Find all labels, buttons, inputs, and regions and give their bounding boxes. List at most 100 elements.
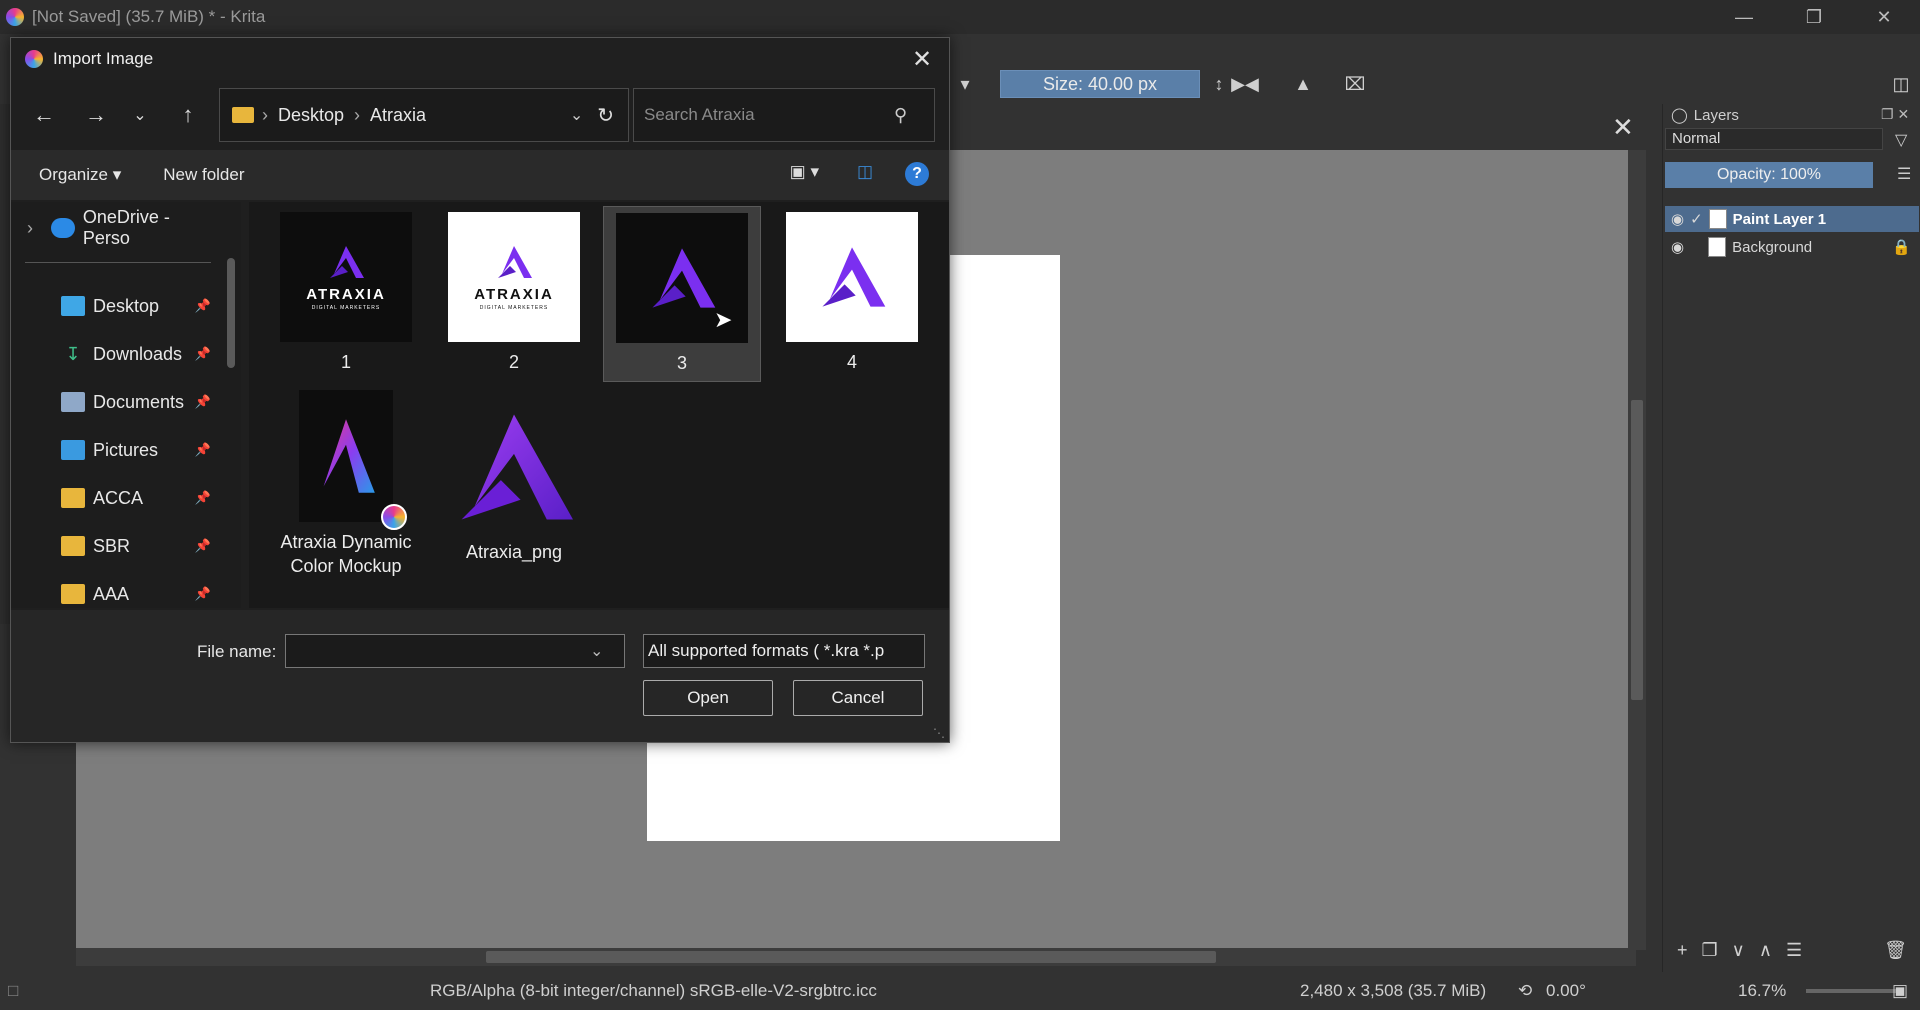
opacity-slider[interactable]: Opacity: 100% — [1665, 162, 1873, 188]
restore-icon[interactable]: ❐ — [1780, 0, 1848, 34]
logo-text: ATRAXIA — [474, 285, 554, 303]
chevron-down-icon[interactable]: ⌄ — [570, 105, 583, 125]
file-item[interactable]: ATRAXIA DIGITAL MARKETERS 2 — [435, 212, 593, 384]
pin-icon[interactable]: 📌 — [195, 538, 211, 554]
nav-item-sbr[interactable]: SBR 📌 — [11, 526, 221, 566]
chevron-right-icon[interactable]: › — [27, 218, 33, 239]
search-input[interactable] — [644, 105, 894, 125]
workspace-icon[interactable]: ◫ — [1888, 72, 1914, 96]
pin-icon[interactable]: 📌 — [195, 442, 211, 458]
file-name-input[interactable] — [290, 641, 590, 661]
nav-item-label: Pictures — [93, 439, 159, 460]
close-document-icon[interactable]: ✕ — [1612, 112, 1634, 143]
refresh-icon[interactable]: ↻ — [597, 103, 614, 128]
file-item[interactable]: Atraxia_png — [435, 402, 593, 582]
spin-arrows-icon[interactable]: ↕ — [1206, 72, 1232, 96]
layer-row[interactable]: ◉ ✓ Paint Layer 1 — [1665, 206, 1919, 232]
move-up-icon[interactable]: ∧ — [1759, 940, 1772, 961]
pin-icon[interactable]: 📌 — [195, 586, 211, 602]
color-space-info: RGB/Alpha (8-bit integer/channel) sRGB-e… — [430, 981, 877, 1000]
zoom-value[interactable]: 16.7% — [1738, 981, 1786, 1001]
open-button[interactable]: Open — [643, 680, 773, 716]
file-item[interactable]: Atraxia Dynamic Color Mockup — [267, 390, 425, 600]
layer-menu-icon[interactable]: ☰ — [1897, 164, 1911, 184]
up-arrow-icon[interactable]: ↑ — [173, 100, 203, 130]
recent-locations-icon[interactable]: ⌄ — [125, 100, 155, 130]
nav-item-downloads[interactable]: ↧ Downloads 📌 — [11, 334, 221, 374]
resize-grip-icon[interactable]: ⋱ — [933, 726, 945, 740]
wrap-around-icon[interactable]: ⌧ — [1342, 72, 1368, 96]
selection-icon[interactable]: □ — [8, 981, 18, 1001]
breadcrumb-item[interactable]: Desktop — [278, 105, 344, 126]
lock-icon[interactable]: 🔒 — [1892, 238, 1911, 256]
search-box[interactable]: ⚲ — [633, 88, 935, 142]
float-icon[interactable]: ❐ ✕ — [1881, 106, 1909, 123]
vertical-scrollbar[interactable] — [1628, 150, 1646, 950]
nav-item-label: Documents — [93, 391, 185, 412]
fullscreen-icon[interactable]: ▣ — [1892, 981, 1908, 1001]
rotation-icon[interactable]: ⟲ — [1518, 981, 1532, 1001]
checkbox-icon[interactable]: ✓ — [1690, 210, 1703, 228]
dropdown-arrow-icon[interactable]: ▾ — [952, 72, 978, 96]
pin-icon[interactable]: 📌 — [195, 346, 211, 362]
pin-icon[interactable]: 📌 — [195, 298, 211, 314]
eye-icon[interactable]: ◉ — [1671, 238, 1684, 256]
horizontal-scrollbar[interactable] — [76, 948, 1636, 966]
chevron-right-icon[interactable]: › — [262, 105, 268, 126]
add-layer-icon[interactable]: + — [1677, 940, 1688, 961]
preview-pane-icon[interactable]: ◫ — [857, 162, 873, 182]
view-options-icon[interactable]: ▣ ▾ — [790, 162, 819, 182]
delete-layer-icon[interactable]: 🗑 — [1884, 940, 1907, 961]
back-arrow-icon[interactable]: ← — [29, 100, 59, 130]
pin-icon[interactable]: 📌 — [195, 394, 211, 410]
layer-name: Background — [1732, 238, 1813, 256]
layer-row[interactable]: ◉ Background 🔒 — [1665, 234, 1919, 260]
forward-arrow-icon[interactable]: → — [81, 100, 111, 130]
file-thumbnail: ATRAXIA DIGITAL MARKETERS — [448, 212, 580, 342]
rotation-value[interactable]: 0.00° — [1546, 981, 1586, 1001]
nav-item-documents[interactable]: Documents 📌 — [11, 382, 221, 422]
brush-size-slider[interactable]: Size: 40.00 px — [1000, 70, 1200, 98]
pin-icon[interactable]: 📌 — [195, 490, 211, 506]
minimize-icon[interactable]: — — [1710, 0, 1778, 34]
file-item[interactable]: ATRAXIA DIGITAL MARKETERS 1 — [267, 212, 425, 384]
properties-icon[interactable]: ☰ — [1786, 940, 1802, 961]
file-item[interactable]: 3 ➤ — [603, 206, 761, 382]
chevron-down-icon[interactable]: ⌄ — [590, 641, 603, 661]
close-icon[interactable]: ✕ — [907, 44, 937, 74]
mirror-vertical-icon[interactable]: ▲ — [1290, 72, 1316, 96]
nav-item-aaa[interactable]: AAA 📌 — [11, 574, 221, 608]
vertical-scroll-thumb[interactable] — [1631, 400, 1643, 700]
nav-item-desktop[interactable]: Desktop 📌 — [11, 286, 221, 326]
atraxia-logo-icon — [498, 245, 532, 278]
pictures-icon — [61, 440, 85, 460]
move-down-icon[interactable]: ∨ — [1732, 940, 1745, 961]
eye-icon[interactable]: ◉ — [1671, 210, 1684, 228]
zoom-slider[interactable] — [1806, 989, 1896, 993]
help-icon[interactable]: ? — [905, 162, 929, 186]
nav-item-pictures[interactable]: Pictures 📌 — [11, 430, 221, 470]
file-name: 4 — [846, 352, 857, 372]
file-type-select[interactable]: All supported formats ( *.kra *.p — [643, 634, 925, 668]
nav-item-acca[interactable]: ACCA 📌 — [11, 478, 221, 518]
layers-lock-icon[interactable]: ◯ — [1671, 106, 1688, 124]
horizontal-scroll-thumb[interactable] — [486, 951, 1216, 963]
close-icon[interactable]: ✕ — [1850, 0, 1918, 34]
image-dimensions[interactable]: 2,480 x 3,508 (35.7 MiB) — [1300, 981, 1486, 1001]
new-folder-button[interactable]: New folder — [163, 165, 244, 185]
blend-mode-select[interactable]: Normal — [1665, 128, 1883, 150]
address-bar[interactable]: › Desktop › Atraxia ⌄ ↻ — [219, 88, 629, 142]
filter-icon[interactable]: ▽ — [1895, 130, 1907, 150]
cancel-button[interactable]: Cancel — [793, 680, 923, 716]
file-name-field[interactable]: ⌄ — [285, 634, 625, 668]
file-item[interactable]: 4 — [773, 212, 931, 384]
chevron-right-icon[interactable]: › — [354, 105, 360, 126]
mirror-horizontal-icon[interactable]: ▶◀ — [1231, 72, 1259, 96]
nav-item-onedrive[interactable]: › OneDrive - Perso — [11, 207, 221, 248]
organize-button[interactable]: Organize ▾ — [39, 165, 121, 185]
window-titlebar: [Not Saved] (35.7 MiB) * - Krita — ❐ ✕ — [0, 0, 1920, 34]
breadcrumb-item[interactable]: Atraxia — [370, 105, 426, 126]
duplicate-layer-icon[interactable]: ❐ — [1702, 940, 1718, 961]
search-icon[interactable]: ⚲ — [894, 105, 907, 126]
nav-pane-scrollbar[interactable] — [227, 258, 235, 368]
